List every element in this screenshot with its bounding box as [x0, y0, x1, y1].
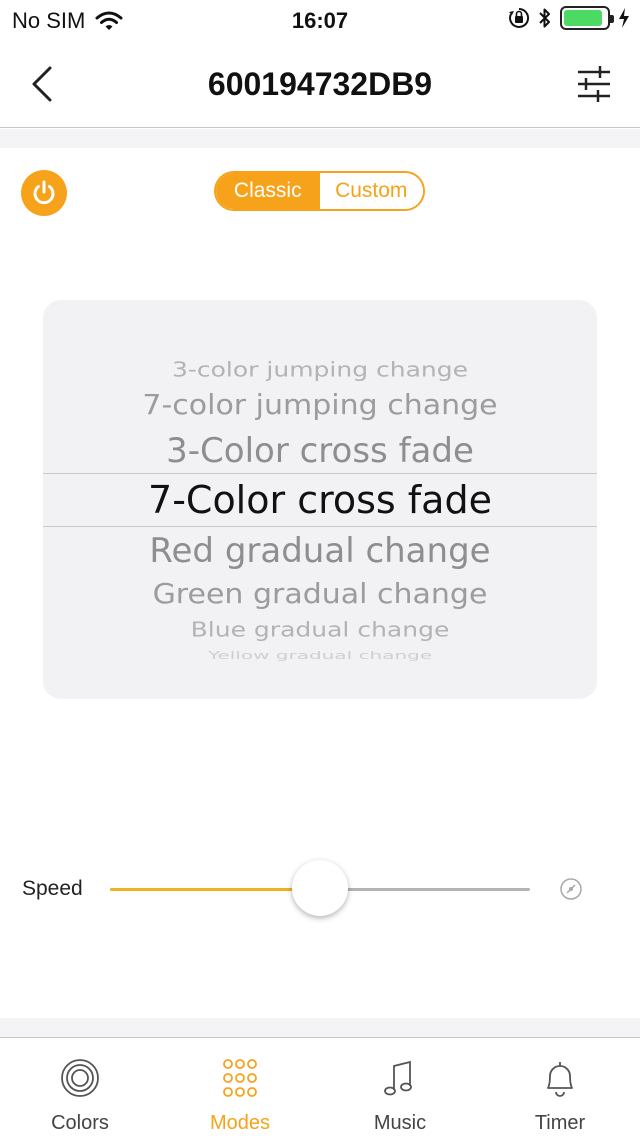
- speed-slider-thumb[interactable]: [292, 860, 348, 916]
- nav-bar: 600194732DB9: [0, 40, 640, 128]
- tab-music[interactable]: Music: [320, 1038, 480, 1136]
- battery-icon: [560, 6, 614, 30]
- modes-icon: [223, 1059, 257, 1097]
- picker-item[interactable]: 7-color jumping change: [43, 389, 597, 421]
- power-icon: [33, 180, 55, 205]
- music-icon: [384, 1060, 412, 1096]
- sliders-icon[interactable]: [576, 64, 612, 104]
- picker-item-selected[interactable]: 7-Color cross fade: [43, 478, 597, 522]
- colors-icon: [61, 1059, 99, 1097]
- speed-label: Speed: [22, 877, 83, 900]
- mode-segmented-control: Classic Custom: [214, 171, 425, 211]
- picker-item[interactable]: Blue gradual change: [43, 618, 597, 641]
- tab-label: Colors: [51, 1112, 109, 1134]
- top-separator: [0, 129, 640, 148]
- charging-icon: [619, 8, 629, 28]
- orientation-lock-icon: [509, 7, 530, 28]
- tab-colors[interactable]: Colors: [0, 1038, 160, 1136]
- tab-label: Modes: [209, 1112, 271, 1134]
- battery-cap: [610, 15, 614, 23]
- segment-classic[interactable]: Classic: [216, 173, 320, 209]
- status-bar: No SIM 16:07: [0, 0, 640, 40]
- status-right: [508, 6, 630, 30]
- picker-item[interactable]: 3-color jumping change: [43, 358, 597, 381]
- bottom-separator: [0, 1018, 640, 1037]
- bluetooth-icon: [539, 8, 550, 28]
- battery-level: [564, 10, 602, 26]
- picker-item[interactable]: Red gradual change: [43, 531, 597, 571]
- mode-picker[interactable]: 3-color jumping change 7-color jumping c…: [43, 300, 597, 699]
- speedometer-icon: [560, 878, 582, 900]
- tab-modes[interactable]: Modes: [160, 1038, 320, 1136]
- segment-custom[interactable]: Custom: [319, 173, 423, 209]
- picker-selection-top: [43, 473, 597, 474]
- power-button[interactable]: [21, 170, 67, 216]
- tab-bar: Colors Modes Music Timer: [0, 1037, 640, 1136]
- picker-item[interactable]: Green gradual change: [43, 578, 597, 610]
- page-title: 600194732DB9: [207, 66, 433, 102]
- picker-item[interactable]: 3-Color cross fade: [43, 431, 597, 471]
- tab-timer[interactable]: Timer: [480, 1038, 640, 1136]
- tab-label: Music: [373, 1112, 427, 1134]
- timer-icon: [547, 1062, 573, 1097]
- speed-slider-fill: [110, 888, 320, 891]
- tab-label: Timer: [534, 1112, 586, 1134]
- picker-item[interactable]: Yellow gradual change: [43, 648, 597, 661]
- picker-selection-bottom: [43, 526, 597, 527]
